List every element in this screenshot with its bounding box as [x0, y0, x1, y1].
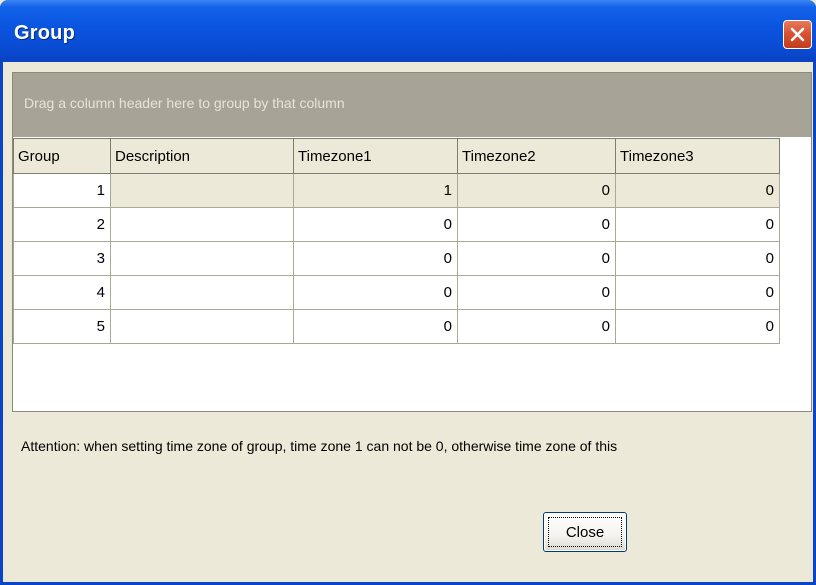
- cell-timezone1[interactable]: 0: [293, 275, 458, 310]
- cell-timezone2[interactable]: 0: [457, 173, 616, 208]
- title-bar[interactable]: Group: [0, 0, 816, 62]
- cell-description[interactable]: [110, 207, 294, 242]
- cell-group[interactable]: 4: [13, 275, 111, 310]
- cell-description[interactable]: [110, 241, 294, 276]
- column-header-timezone3[interactable]: Timezone3: [615, 138, 780, 174]
- group-by-hint: Drag a column header here to group by th…: [24, 95, 345, 111]
- cell-timezone3[interactable]: 0: [615, 309, 780, 344]
- cell-group[interactable]: 1: [13, 173, 111, 208]
- table-row[interactable]: 2 0 0 0: [13, 207, 780, 242]
- close-icon[interactable]: [783, 20, 812, 49]
- cell-timezone3[interactable]: 0: [615, 241, 780, 276]
- table-row[interactable]: 1 1 0 0: [13, 173, 780, 208]
- group-by-panel[interactable]: Drag a column header here to group by th…: [13, 73, 811, 137]
- close-button[interactable]: Close: [543, 512, 627, 552]
- cell-timezone1[interactable]: 0: [293, 207, 458, 242]
- column-header-timezone1[interactable]: Timezone1: [293, 138, 458, 174]
- cell-timezone3[interactable]: 0: [615, 207, 780, 242]
- cell-timezone2[interactable]: 0: [457, 207, 616, 242]
- group-table: Group Description Timezone1 Timezone2 Ti…: [13, 138, 780, 344]
- group-grid[interactable]: Drag a column header here to group by th…: [12, 72, 812, 412]
- attention-message: Attention: when setting time zone of gro…: [21, 438, 618, 454]
- cell-description[interactable]: [110, 309, 294, 344]
- column-header-description[interactable]: Description: [110, 138, 294, 174]
- cell-timezone1[interactable]: 0: [293, 241, 458, 276]
- column-header-timezone2[interactable]: Timezone2: [457, 138, 616, 174]
- cell-group[interactable]: 3: [13, 241, 111, 276]
- cell-timezone2[interactable]: 0: [457, 241, 616, 276]
- table-row[interactable]: 5 0 0 0: [13, 309, 780, 344]
- table-row[interactable]: 3 0 0 0: [13, 241, 780, 276]
- cell-timezone3[interactable]: 0: [615, 173, 780, 208]
- window-title: Group: [14, 22, 75, 44]
- cell-timezone3[interactable]: 0: [615, 275, 780, 310]
- table-header-row: Group Description Timezone1 Timezone2 Ti…: [13, 138, 780, 174]
- cell-description[interactable]: [110, 173, 294, 208]
- cell-description[interactable]: [110, 275, 294, 310]
- cell-group[interactable]: 5: [13, 309, 111, 344]
- cell-timezone2[interactable]: 0: [457, 275, 616, 310]
- group-dialog: Group Drag a column header here to group…: [0, 0, 816, 585]
- table-row[interactable]: 4 0 0 0: [13, 275, 780, 310]
- column-header-group[interactable]: Group: [13, 138, 111, 174]
- cell-timezone2[interactable]: 0: [457, 309, 616, 344]
- cell-timezone1[interactable]: 0: [293, 309, 458, 344]
- focus-ring: [548, 517, 622, 547]
- close-x-glyph: [790, 27, 805, 42]
- cell-group[interactable]: 2: [13, 207, 111, 242]
- cell-timezone1[interactable]: 1: [293, 173, 458, 208]
